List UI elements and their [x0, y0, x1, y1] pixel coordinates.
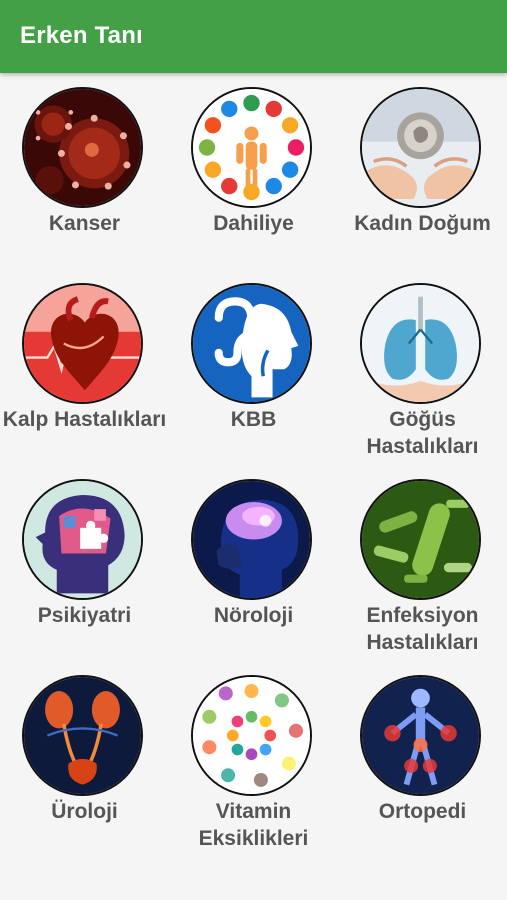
- category-grid: Kanser Dahiliye Kadın Doğum Kalp Hastalı…: [0, 73, 507, 900]
- bacteria-icon: [360, 479, 481, 600]
- skeleton-joints-icon: [360, 675, 481, 796]
- category-kanser[interactable]: Kanser: [0, 73, 169, 269]
- category-label: Ortopedi: [378, 800, 467, 823]
- category-label: Kadın Doğum: [354, 212, 491, 235]
- fetus-in-hands-icon: [360, 87, 481, 208]
- app-bar: Erken Tanı: [0, 0, 507, 73]
- category-label: Psikiyatri: [37, 604, 132, 627]
- category-label: Kanser: [48, 212, 121, 235]
- lungs-icon: [360, 283, 481, 404]
- category-uroloji[interactable]: Üroloji: [0, 661, 169, 857]
- category-label: Göğüs Hastalıkları: [366, 408, 479, 458]
- category-psikiyatri[interactable]: Psikiyatri: [0, 465, 169, 661]
- ear-nose-throat-icon: [191, 283, 312, 404]
- category-dahiliye[interactable]: Dahiliye: [169, 73, 338, 269]
- category-noroloji[interactable]: Nöroloji: [169, 465, 338, 661]
- urinary-system-icon: [22, 675, 143, 796]
- app-title: Erken Tanı: [20, 22, 143, 49]
- category-vitamin-eksiklikleri[interactable]: Vitamin Eksiklikleri: [169, 661, 338, 857]
- category-kbb[interactable]: KBB: [169, 269, 338, 465]
- category-label: Nöroloji: [213, 604, 294, 627]
- heart-icon: [22, 283, 143, 404]
- category-ortopedi[interactable]: Ortopedi: [338, 661, 507, 857]
- category-label: Kalp Hastalıkları: [2, 408, 167, 431]
- category-gogus-hastaliklari[interactable]: Göğüs Hastalıkları: [338, 269, 507, 465]
- puzzle-head-icon: [22, 479, 143, 600]
- category-kalp-hastaliklari[interactable]: Kalp Hastalıkları: [0, 269, 169, 465]
- category-label: Dahiliye: [213, 212, 294, 235]
- internal-organs-icon: [191, 87, 312, 208]
- category-label: Enfeksiyon Hastalıkları: [366, 604, 479, 654]
- category-label: Vitamin Eksiklikleri: [198, 800, 309, 850]
- virus-cells-icon: [22, 87, 143, 208]
- category-label: Üroloji: [51, 800, 118, 823]
- category-label: KBB: [230, 408, 277, 431]
- brain-icon: [191, 479, 312, 600]
- vitamins-icon: [191, 675, 312, 796]
- category-kadin-dogum[interactable]: Kadın Doğum: [338, 73, 507, 269]
- category-enfeksiyon-hastaliklari[interactable]: Enfeksiyon Hastalıkları: [338, 465, 507, 661]
